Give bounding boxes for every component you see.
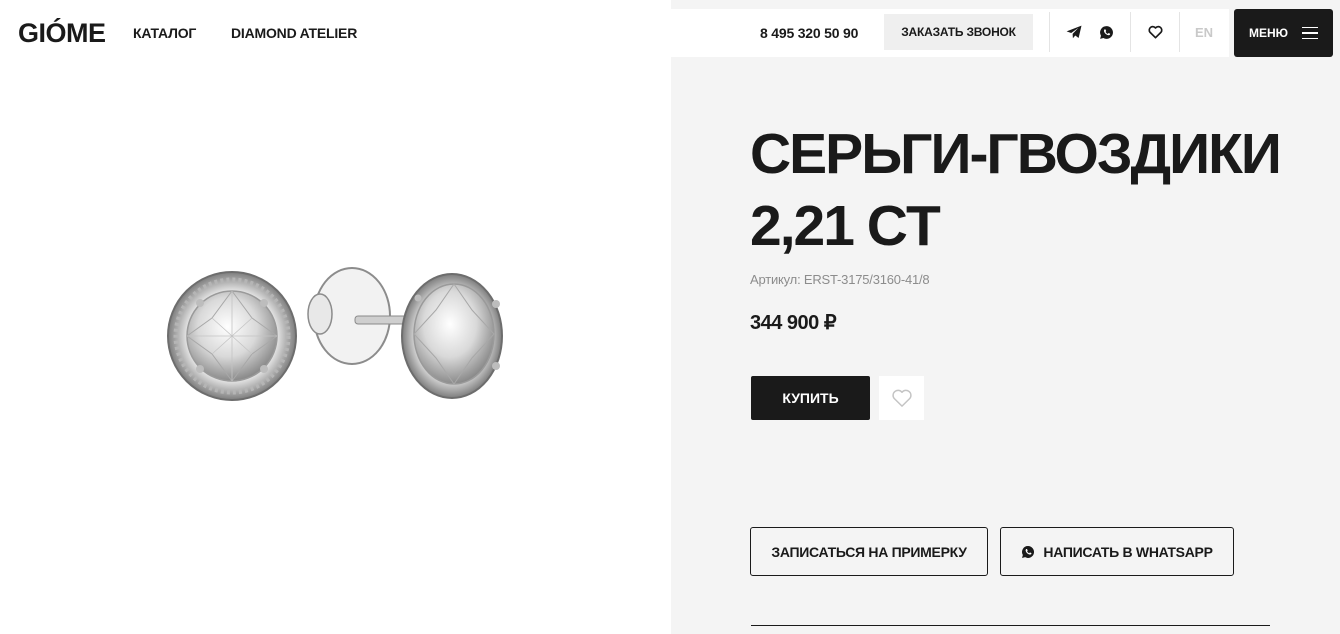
whatsapp-icon[interactable] xyxy=(1096,22,1116,42)
section-divider xyxy=(751,625,1270,626)
callback-button[interactable]: ЗАКАЗАТЬ ЗВОНОК xyxy=(884,14,1033,50)
language-switch-en[interactable]: EN xyxy=(1195,25,1213,40)
heart-outline-icon xyxy=(891,389,912,407)
product-page: GIÓME КАТАЛОГ DIAMOND ATELIER 8 495 320 … xyxy=(0,0,1340,634)
book-fitting-button[interactable]: ЗАПИСАТЬСЯ НА ПРИМЕРКУ xyxy=(750,527,988,576)
hamburger-icon xyxy=(1302,26,1319,40)
divider xyxy=(1049,12,1050,52)
brand-logo[interactable]: GIÓME xyxy=(18,18,106,49)
telegram-icon[interactable] xyxy=(1064,22,1084,42)
heart-icon[interactable] xyxy=(1145,22,1165,42)
whatsapp-write-label: НАПИСАТЬ В WHATSAPP xyxy=(1043,543,1213,560)
whatsapp-icon xyxy=(1022,545,1035,558)
menu-label: МЕНЮ xyxy=(1248,26,1289,40)
product-title: СЕРЬГИ-ГВОЗДИКИ 2,21 CT xyxy=(750,122,1282,258)
phone-link[interactable]: 8 495 320 50 90 xyxy=(760,25,858,41)
nav-catalog[interactable]: КАТАЛОГ xyxy=(133,25,196,41)
book-fitting-label: ЗАПИСАТЬСЯ НА ПРИМЕРКУ xyxy=(771,543,967,560)
add-to-favorites-button[interactable] xyxy=(879,376,924,420)
divider xyxy=(1130,12,1131,52)
nav-diamond-atelier[interactable]: DIAMOND ATELIER xyxy=(231,25,357,41)
product-sku: Артикул: ERST-3175/3160-41/8 xyxy=(750,272,930,287)
divider xyxy=(1179,12,1180,52)
buy-button[interactable]: КУПИТЬ xyxy=(751,376,870,420)
menu-button[interactable]: МЕНЮ xyxy=(1234,9,1333,57)
product-price: 344 900 ₽ xyxy=(750,312,837,334)
whatsapp-write-button[interactable]: НАПИСАТЬ В WHATSAPP xyxy=(1000,527,1234,576)
product-photo-earrings xyxy=(167,267,503,401)
